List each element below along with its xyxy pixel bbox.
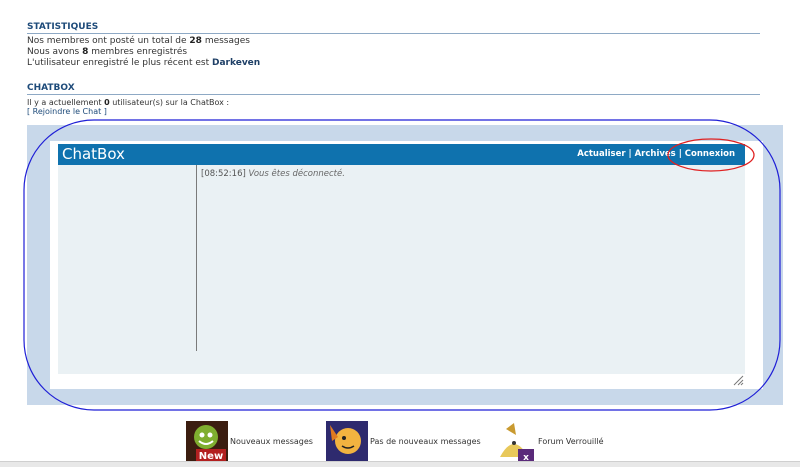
legend-locked: Forum Verrouillé: [538, 437, 604, 446]
online-suffix: utilisateur(s) sur la ChatBox :: [109, 98, 230, 107]
stats-members-line: Nous avons 8 membres enregistrés: [27, 47, 187, 57]
legend-no-new-messages: Pas de nouveaux messages: [370, 437, 481, 446]
stats-posts-prefix: Nos membres ont posté un total de: [27, 36, 190, 46]
red-highlight-ellipse: [667, 138, 755, 172]
no-new-messages-icon: [326, 421, 368, 463]
online-prefix: Il y a actuellement: [27, 98, 105, 107]
chatbox-section-title: CHATBOX: [27, 83, 760, 95]
stats-posts-line: Nos membres ont posté un total de 28 mes…: [27, 36, 250, 46]
stats-latest-line: L'utilisateur enregistré le plus récent …: [27, 58, 260, 68]
latest-user-link[interactable]: Darkeven: [212, 58, 260, 68]
join-chat-link[interactable]: [ Rejoindre le Chat ]: [27, 107, 107, 116]
stats-members-prefix: Nous avons: [27, 47, 83, 57]
stats-members-suffix: membres enregistrés: [88, 47, 188, 57]
stats-latest-prefix: L'utilisateur enregistré le plus récent …: [27, 58, 212, 68]
stats-posts-count: 28: [189, 36, 202, 46]
stats-section-title: STATISTIQUES: [27, 22, 760, 34]
taskbar-strip: [0, 461, 800, 467]
stats-posts-suffix: messages: [201, 36, 250, 46]
new-messages-icon: New: [186, 421, 228, 463]
locked-forum-icon: x: [494, 421, 536, 463]
legend-new-messages: Nouveaux messages: [230, 437, 313, 446]
chatbox-online-line: Il y a actuellement 0 utilisateur(s) sur…: [27, 98, 229, 107]
